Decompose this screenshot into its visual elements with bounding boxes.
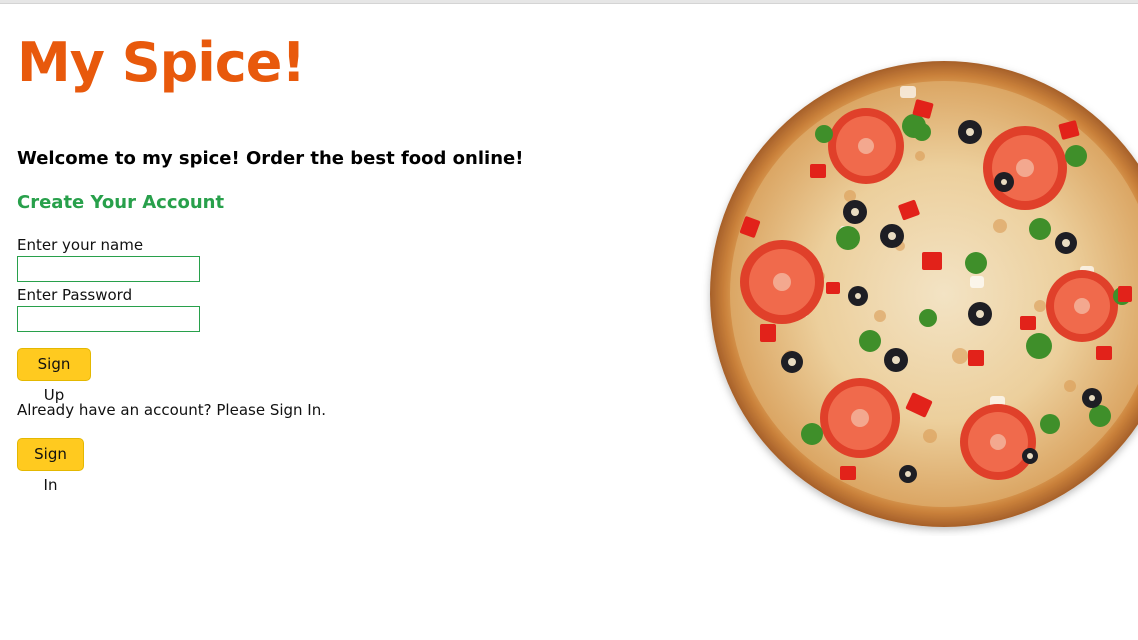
name-label: Enter your name	[17, 236, 144, 254]
sign-in-button[interactable]: Sign In	[17, 438, 84, 494]
signin-prompt: Already have an account? Please Sign In.	[17, 401, 327, 419]
welcome-message: Welcome to my spice! Order the best food…	[17, 148, 524, 169]
create-account-heading: Create Your Account	[17, 192, 225, 213]
brand-title: My Spice!	[17, 31, 306, 94]
pizza-image	[700, 56, 1138, 536]
sign-up-button[interactable]: Sign Up	[17, 348, 91, 404]
browser-top-border	[0, 0, 1138, 4]
pizza-illustration	[710, 61, 1138, 527]
password-label: Enter Password	[17, 286, 133, 304]
name-input[interactable]	[17, 256, 200, 282]
password-input[interactable]	[17, 306, 200, 332]
